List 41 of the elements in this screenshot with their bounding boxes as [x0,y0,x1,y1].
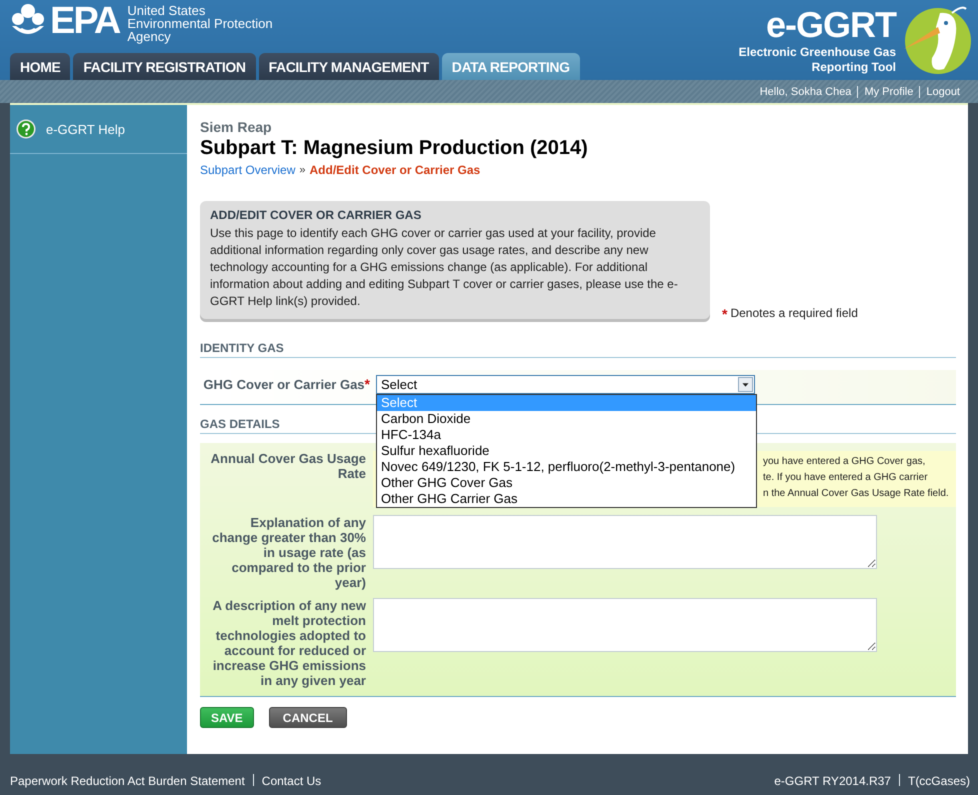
field-label: GHG Cover or Carrier Gas [203,377,365,392]
nav-tab[interactable]: FACILITY MANAGEMENT [258,53,439,80]
agency-logo: EPA [50,2,120,40]
cancel-button[interactable]: CANCEL [268,707,347,728]
info-text: Use this page to identify each GHG cover or carrier gas used at your facility, provide additional information regarding only cover gas usage rates, and describe any new technology accounting for a GHG emissions change (as applicable). For additional information about adding and editing Subpart T cover or carrier gases, please use the e-GGRT Help link(s) provided. [210,225,679,310]
agency-name: United States [127,4,206,17]
greeting-text: Hello, Sokha Chea [760,86,852,98]
app-logo: e-GGRT [766,5,896,45]
user-link[interactable]: My Profile [864,86,914,98]
section-heading: IDENTITY GAS [200,341,956,358]
info-heading: ADD/EDIT COVER OR CARRIER GAS [210,208,422,222]
text-area[interactable] [373,515,877,569]
field-label: A description of any new melt protection technologies adopted to account for reduced or increase GHG emissions in any given year [212,598,367,688]
dropdown-option[interactable]: Carbon Dioxide [377,410,756,426]
breadcrumb-current: Add/Edit Cover or Carrier Gas [310,163,480,177]
page-title: Subpart T: Magnesium Production (2014) [200,137,589,160]
hint-text: n the Annual Cover Gas Usage Rate field. [763,487,950,501]
breadcrumb-separator: » [299,164,306,176]
nav-tab[interactable]: HOME [10,53,70,80]
field-label: Annual Cover Gas Usage Rate [210,451,367,481]
hint-text: you have entered a GHG Cover gas, [763,455,926,469]
footer-text: T(ccGases) [908,774,970,788]
nav-tab[interactable]: FACILITY REGISTRATION [73,53,256,80]
sidebar-item[interactable]: e-GGRT Help [10,105,187,154]
required-note: Denotes a required field [730,306,858,322]
agency-name: Agency [127,30,172,43]
field-label: Explanation of any change greater than 30% in usage rate (as compared to the prior year) [211,515,367,590]
help-icon [16,119,36,139]
hint-text: te. If you have entered a GHG carrier [763,471,929,485]
facility-name: Siem Reap [200,119,273,135]
footer-link[interactable]: Paperwork Reduction Act Burden Statement [10,774,245,788]
app-name: Electronic Greenhouse Gas [738,45,896,60]
app-name: Reporting Tool [812,60,896,75]
footer-text: e-GGRT RY2014.R37 [774,774,891,788]
required-mark: * [364,376,370,392]
text-area[interactable] [373,598,877,652]
agency-name: Environmental Protection [127,17,273,30]
user-link[interactable]: Logout [926,86,960,98]
footer-link[interactable]: Contact Us [262,774,322,788]
breadcrumb-link[interactable]: Subpart Overview [200,163,296,177]
required-mark: * [722,306,728,322]
